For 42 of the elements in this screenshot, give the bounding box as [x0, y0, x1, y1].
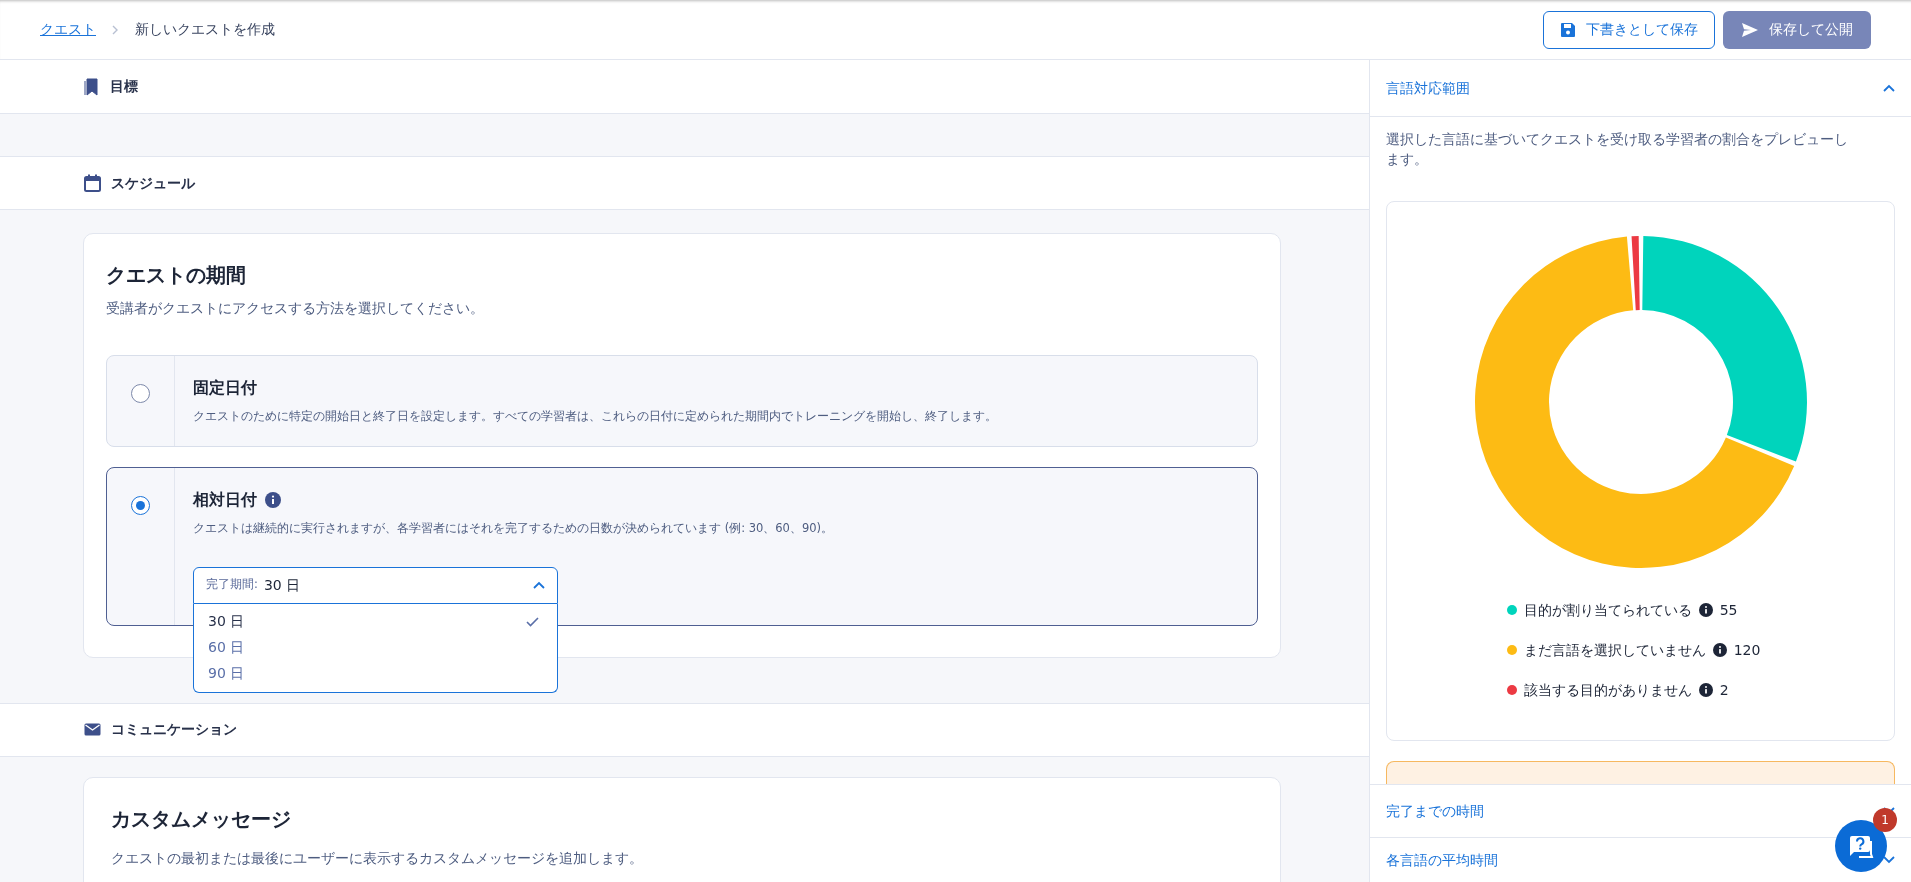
section-title: コミュニケーション [111, 720, 237, 739]
breadcrumb-current: 新しいクエストを作成 [135, 20, 275, 39]
option-description: クエストは継続的に実行されますが、各学習者にはそれを完了するための日数が決められています (例: 30、60、90)。 [193, 520, 835, 538]
option-title: 固定日付 [193, 377, 257, 399]
send-icon [1741, 21, 1759, 38]
section-title: 目標 [110, 77, 138, 96]
dropdown-option[interactable]: 60 日 [194, 634, 557, 661]
info-icon [1698, 603, 1713, 617]
radio-button[interactable] [131, 384, 150, 403]
info-icon [1712, 643, 1727, 657]
check-icon [526, 616, 539, 627]
card-title: クエストの期間 [106, 262, 247, 289]
legend-label: 該当する目的がありません [1523, 680, 1692, 700]
bookmark-icon [84, 77, 100, 96]
dropdown-option[interactable]: 30 日 [194, 608, 557, 635]
panel-description: 選択した言語に基づいてクエストを受け取る学習者の割合をプレビューします。 [1385, 130, 1849, 170]
legend-label: まだ言語を選択していません [1523, 640, 1706, 660]
breadcrumb-link[interactable]: クエスト [40, 19, 96, 40]
legend-count: 55 [1719, 600, 1738, 620]
calendar-icon [84, 174, 101, 192]
legend-label: 目的が割り当てられている [1523, 600, 1692, 620]
legend-count: 2 [1719, 680, 1729, 700]
section-title: スケジュール [111, 173, 195, 193]
card-title: カスタムメッセージ [111, 805, 292, 833]
chevron-icon [533, 581, 545, 589]
card-subtitle: 受講者がクエストにアクセスする方法を選択してください。 [106, 299, 485, 318]
save-icon [1560, 21, 1576, 38]
dropdown-option[interactable]: 90 日 [194, 660, 557, 687]
help-icon [1847, 833, 1875, 859]
envelope-icon [84, 723, 101, 736]
card-text: クエストの最初または最後にユーザーに表示するカスタムメッセージを追加します。 [111, 848, 644, 868]
legend-count: 120 [1733, 640, 1761, 660]
info-icon [1698, 683, 1713, 697]
radio-button[interactable] [131, 496, 150, 516]
chevron-icon [1883, 856, 1895, 864]
chevron-icon [1883, 84, 1895, 92]
option-description: クエストのために特定の開始日と終了日を設定します。すべての学習者は、これらの日付に定められた期間内でトレーニングを開始し、終了します。 [193, 408, 998, 425]
chevron-right-icon [112, 24, 119, 35]
duration-dropdown[interactable]: 完了期間: 30 日 [193, 566, 558, 604]
save-draft-button[interactable]: 下書きとして保存 [1543, 10, 1715, 49]
option-card[interactable]: 固定日付 クエストのために特定の開始日と終了日を設定します。すべての学習者は、これらの日付に定められた期間内でトレーニングを開始し、終了します。 [106, 355, 1258, 448]
option-title: 相対日付 [193, 489, 257, 512]
